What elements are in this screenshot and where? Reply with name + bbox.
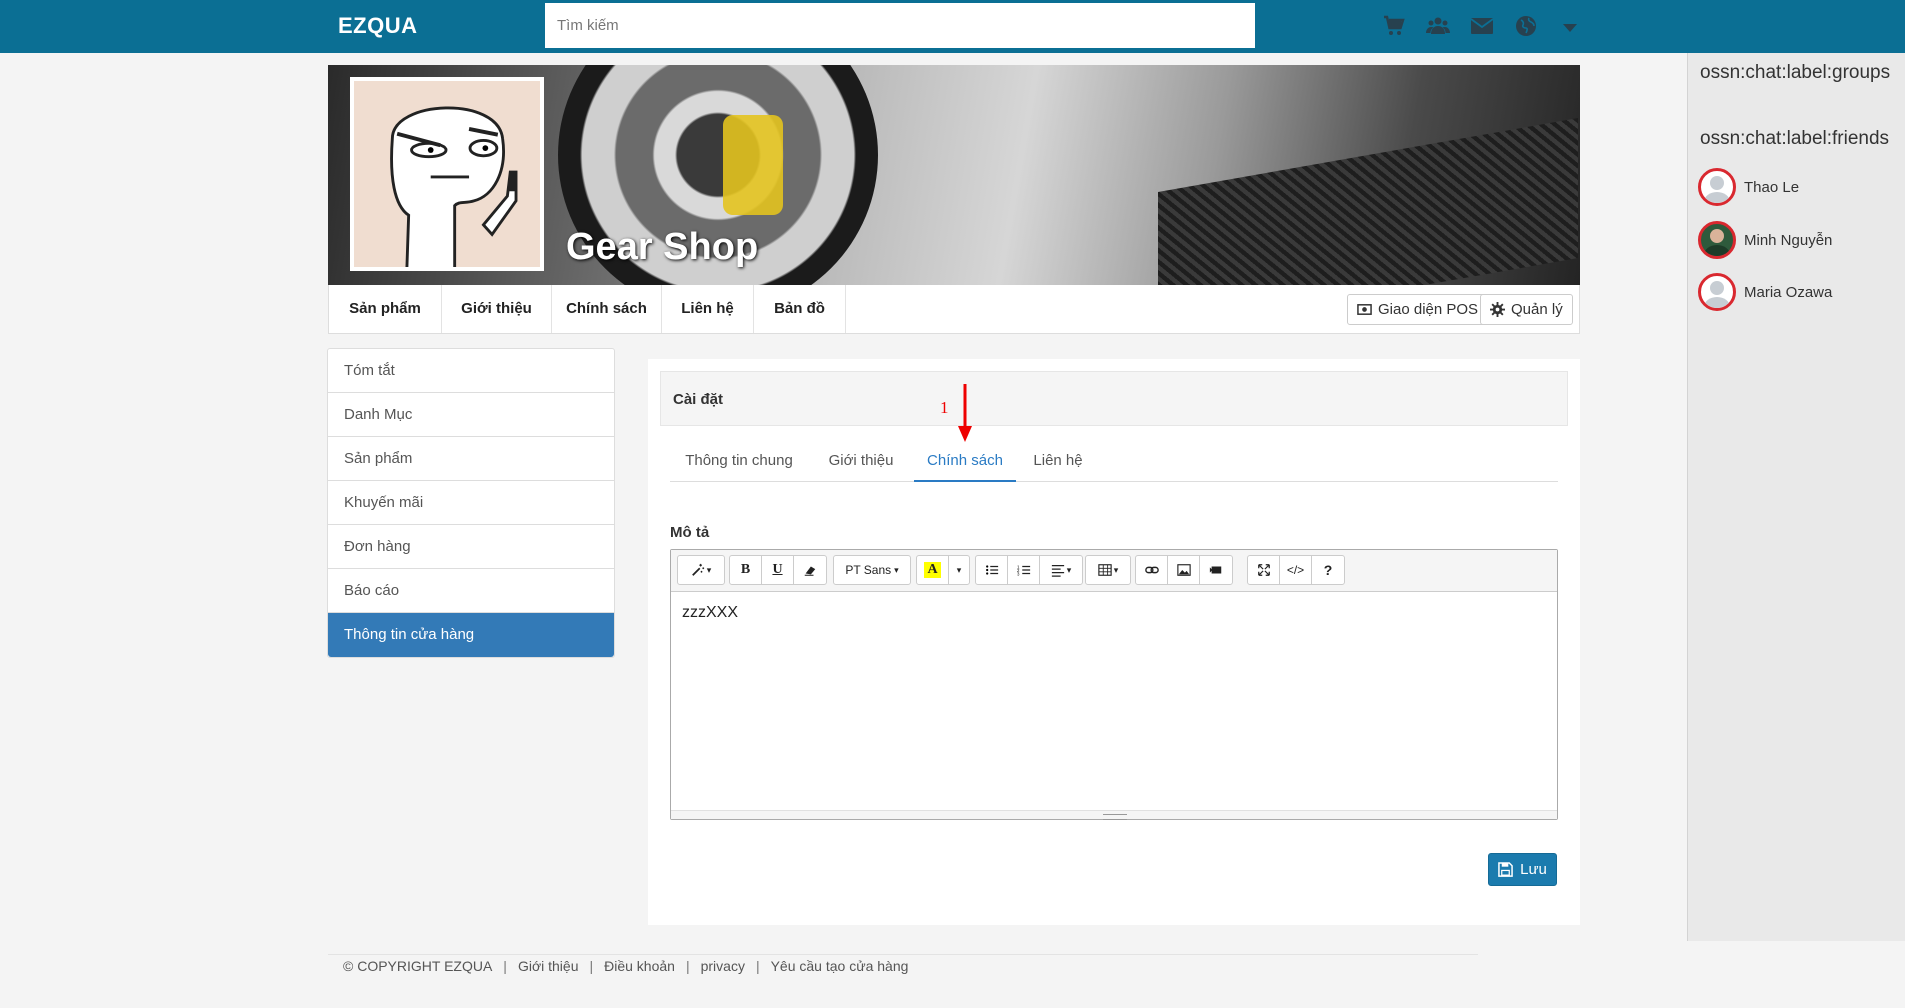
top-navbar: EZQUA [0,0,1905,53]
align-icon[interactable]: ▾ [1040,556,1082,584]
chat-friends-label: ossn:chat:label:friends [1700,128,1890,149]
text-color-icon[interactable]: A [917,556,949,584]
menu-item-promotions[interactable]: Khuyến mãi [328,481,614,525]
friend-name: Minh Nguyễn [1744,231,1833,249]
editor-toolbar: ▾ B U PT Sans ▾ A ▾ 1 2 3 ▾ ▾ </> ? [671,550,1557,592]
magic-wand-icon[interactable]: ▾ [678,556,724,584]
profile-nav-map[interactable]: Bản đồ [754,285,846,333]
chat-friend[interactable]: Maria Ozawa [1698,272,1832,312]
bold-icon[interactable]: B [730,556,762,584]
menu-item-categories[interactable]: Danh Mục [328,393,614,437]
menu-item-products[interactable]: Sản phẩm [328,437,614,481]
chat-friend[interactable]: Minh Nguyễn [1698,220,1832,260]
font-name-dropdown[interactable]: PT Sans ▾ [834,556,910,584]
site-logo[interactable]: EZQUA [338,13,418,39]
table-group: ▾ [1085,555,1131,585]
settings-title: Cài đặt [660,371,1568,426]
profile-nav: Sản phẩm Giới thiệu Chính sách Liên hệ B… [328,285,1580,334]
color-dropdown-icon[interactable]: ▾ [949,556,969,584]
editor-content[interactable]: zzzXXX [671,592,1557,634]
code-view-icon[interactable]: </> [1280,556,1312,584]
svg-text:3: 3 [1017,571,1020,576]
gear-icon [1490,302,1505,317]
eraser-icon[interactable] [794,556,826,584]
save-button[interactable]: Lưu [1488,853,1557,886]
chat-sidebar: ossn:chat:label:groups ossn:chat:label:f… [1687,53,1905,941]
cart-icon[interactable] [1382,14,1426,42]
image-icon[interactable] [1168,556,1200,584]
chat-groups-label: ossn:chat:label:groups [1700,62,1891,83]
cover-caliper-graphic [723,115,783,215]
description-label: Mô tả [670,524,710,541]
top-icons [1382,14,1602,42]
insert-group [1135,555,1233,585]
cover-grille-graphic [1158,117,1578,285]
manage-label: Quản lý [1511,301,1563,318]
annotation-arrow-icon [958,384,972,442]
settings-tabs: Thông tin chung Giới thiệu Chính sách Li… [670,439,1558,482]
pos-view-label: Giao diện POS [1378,301,1479,318]
font-group: PT Sans ▾ [833,555,911,585]
editor-resize-handle[interactable] [671,810,1557,820]
paragraph-group: 123 ▾ [975,555,1083,585]
rich-text-editor: ▾ B U PT Sans ▾ A ▾ 1 2 3 ▾ ▾ </> ? zzzX… [670,549,1558,820]
save-label: Lưu [1520,861,1547,878]
tab-contact[interactable]: Liên hệ [1016,439,1100,482]
style-group: ▾ [677,555,725,585]
underline-icon[interactable]: U [762,556,794,584]
tab-policy[interactable]: Chính sách [914,439,1016,482]
profile-nav-policy[interactable]: Chính sách [552,285,662,333]
footer: © COPYRIGHT EZQUA | Giới thiệu | Điều kh… [343,958,909,974]
caret-down-icon[interactable] [1558,14,1602,42]
footer-copyright: © COPYRIGHT EZQUA [343,958,493,974]
link-icon[interactable] [1136,556,1168,584]
fullscreen-icon[interactable] [1248,556,1280,584]
footer-link-about[interactable]: Giới thiệu [518,958,579,974]
menu-item-orders[interactable]: Đơn hàng [328,525,614,569]
shop-avatar[interactable] [350,77,544,271]
profile-nav-about[interactable]: Giới thiệu [442,285,552,333]
footer-divider [328,954,1478,955]
envelope-icon[interactable] [1470,14,1514,42]
profile-nav-products[interactable]: Sản phẩm [329,285,442,333]
tab-about[interactable]: Giới thiệu [808,439,914,482]
users-icon[interactable] [1426,14,1470,42]
search-input[interactable] [545,3,1255,48]
menu-item-summary[interactable]: Tóm tắt [328,349,614,393]
color-group: A ▾ [916,555,970,585]
format-group: B U [729,555,827,585]
avatar [1698,168,1736,206]
avatar [1698,221,1736,259]
chat-friend[interactable]: Thao Le [1698,167,1799,207]
table-icon[interactable]: ▾ [1086,556,1130,584]
font-name-value: PT Sans [845,563,892,577]
floppy-disk-icon [1498,862,1513,877]
shop-name: Gear Shop [566,226,759,268]
footer-link-privacy[interactable]: privacy [701,958,745,974]
menu-item-store-info[interactable]: Thông tin cửa hàng [328,613,614,657]
globe-icon[interactable] [1514,14,1558,42]
footer-link-request-store[interactable]: Yêu cầu tạo cửa hàng [771,958,909,974]
video-icon[interactable] [1200,556,1232,584]
pos-view-button[interactable]: Giao diện POS [1347,294,1489,325]
annotation-number: 1 [940,398,949,417]
tab-general-info[interactable]: Thông tin chung [670,439,808,482]
friend-name: Thao Le [1744,178,1800,196]
profile-nav-contact[interactable]: Liên hệ [662,285,754,333]
bullet-list-icon[interactable] [976,556,1008,584]
store-menu: Tóm tắt Danh Mục Sản phẩm Khuyến mãi Đơn… [327,348,615,658]
manage-button[interactable]: Quản lý [1480,294,1573,325]
menu-item-reports[interactable]: Báo cáo [328,569,614,613]
friend-name: Maria Ozawa [1744,283,1833,301]
misc-group: </> ? [1247,555,1345,585]
money-icon [1357,304,1372,315]
footer-link-terms[interactable]: Điều khoản [604,958,675,974]
avatar [1698,273,1736,311]
help-icon[interactable]: ? [1312,556,1344,584]
settings-panel: Cài đặt Thông tin chung Giới thiệu Chính… [648,359,1580,925]
numbered-list-icon[interactable]: 123 [1008,556,1040,584]
